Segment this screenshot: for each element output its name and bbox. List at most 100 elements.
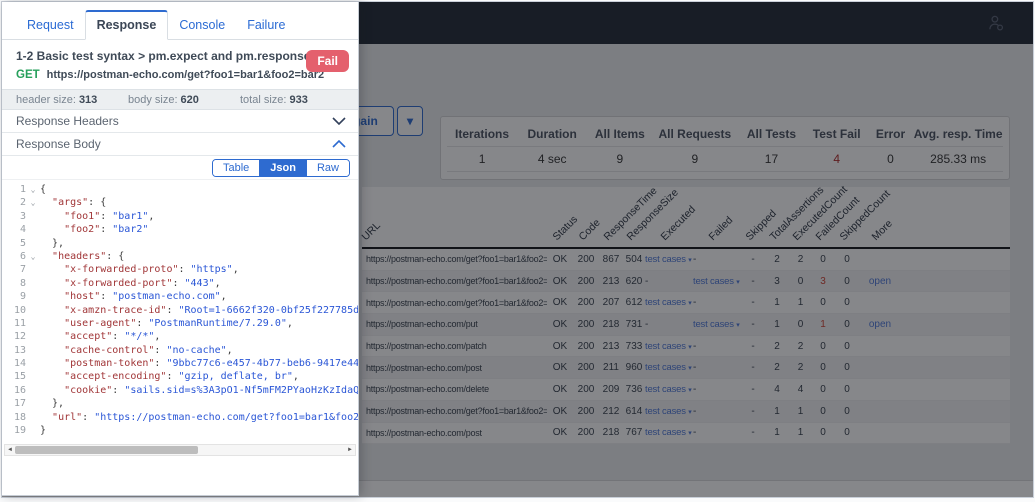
code-text: "headers": { [40,250,358,263]
code-text: "x-forwarded-port": "443", [40,277,358,290]
line-number: 8 [2,277,26,290]
http-method-label: GET [16,69,40,81]
json-code-viewer[interactable]: 1⌄{2⌄ "args": {3 "foo1": "bar1",4 "foo2"… [2,180,358,442]
fold-gutter [26,384,40,397]
view-mode-table-button[interactable]: Table [213,160,259,176]
fold-gutter [26,317,40,330]
code-line: 4 "foo2": "bar2" [2,223,358,236]
line-number: 5 [2,237,26,250]
fold-gutter [26,237,40,250]
size-summary-bar: header size:313body size:620total size:9… [2,89,358,110]
line-number: 15 [2,370,26,383]
code-text: "user-agent": "PostmanRuntime/7.29.0", [40,317,358,330]
code-line: 15 "accept-encoding": "gzip, deflate, br… [2,370,358,383]
fold-arrow-icon: ⌄ [26,196,40,209]
code-line: 13 "cache-control": "no-cache", [2,344,358,357]
code-text: }, [40,397,358,410]
code-line: 11 "user-agent": "PostmanRuntime/7.29.0"… [2,317,358,330]
code-text: { [40,183,358,196]
line-number: 9 [2,290,26,303]
view-mode-button-group: TableJsonRaw [212,159,350,177]
response-headers-label: Response Headers [16,114,119,128]
size-label: header size: [16,94,76,106]
code-line: 19} [2,424,358,437]
scroll-left-arrow-icon[interactable]: ◄ [5,445,15,455]
code-line: 7 "x-forwarded-proto": "https", [2,263,358,276]
fold-gutter [26,210,40,223]
line-number: 12 [2,330,26,343]
fold-gutter [26,290,40,303]
line-number: 14 [2,357,26,370]
view-mode-json-button[interactable]: Json [259,160,306,176]
fold-gutter [26,344,40,357]
screenshot-root: Run Again ▾ IterationsDurationAll ItemsA… [0,0,1035,502]
fold-arrow-icon: ⌄ [26,250,40,263]
fold-arrow-icon: ⌄ [26,183,40,196]
code-line: 18 "url": "https://postman-echo.com/get?… [2,411,358,424]
fail-status-badge: Fail [306,50,349,72]
line-number: 4 [2,223,26,236]
code-line: 9 "host": "postman-echo.com", [2,290,358,303]
app-window: Run Again ▾ IterationsDurationAll ItemsA… [1,1,1034,498]
code-line: 2⌄ "args": { [2,196,358,209]
modal-tab-bar: RequestResponseConsoleFailure [2,2,358,40]
size-label: body size: [128,94,178,106]
code-text: "host": "postman-echo.com", [40,290,358,303]
response-body-label: Response Body [16,137,101,151]
fold-gutter [26,277,40,290]
code-text: "cookie": "sails.sid=s%3A3pO1-Nf5mFM2PYa… [40,384,358,397]
code-text: "url": "https://postman-echo.com/get?foo… [40,411,358,424]
line-number: 6 [2,250,26,263]
fold-gutter [26,223,40,236]
size-item-1: body size:620 [128,94,240,106]
fold-gutter [26,357,40,370]
fold-gutter [26,411,40,424]
size-value: 313 [79,94,97,106]
tab-console[interactable]: Console [168,12,236,39]
scroll-right-arrow-icon[interactable]: ► [345,445,355,455]
horizontal-scrollbar[interactable]: ◄ ► [4,444,356,456]
tab-failure[interactable]: Failure [236,12,296,39]
test-breadcrumb: 1-2 Basic test syntax > pm.expect and pm… [16,49,344,63]
code-line: 16 "cookie": "sails.sid=s%3A3pO1-Nf5mFM2… [2,384,358,397]
code-text: } [40,424,358,437]
tab-request[interactable]: Request [16,12,85,39]
view-mode-raw-button[interactable]: Raw [306,160,349,176]
line-number: 1 [2,183,26,196]
line-number: 3 [2,210,26,223]
code-text: "foo1": "bar1", [40,210,358,223]
size-label: total size: [240,94,286,106]
request-url-line: GEThttps://postman-echo.com/get?foo1=bar… [16,69,344,81]
code-line: 8 "x-forwarded-port": "443", [2,277,358,290]
line-number: 17 [2,397,26,410]
fold-gutter [26,263,40,276]
scrollbar-thumb[interactable] [15,446,198,454]
line-number: 18 [2,411,26,424]
fold-gutter [26,370,40,383]
response-body-section[interactable]: Response Body [2,133,358,156]
chevron-up-icon [332,137,346,151]
line-number: 11 [2,317,26,330]
code-line: 12 "accept": "*/*", [2,330,358,343]
line-number: 10 [2,304,26,317]
code-text: "x-forwarded-proto": "https", [40,263,358,276]
code-text: "postman-token": "9bbc77c6-e457-4b77-beb… [40,357,358,370]
request-info: 1-2 Basic test syntax > pm.expect and pm… [2,40,358,89]
code-text: }, [40,237,358,250]
code-text: "accept-encoding": "gzip, deflate, br", [40,370,358,383]
line-number: 13 [2,344,26,357]
code-text: "accept": "*/*", [40,330,358,343]
code-line: 10 "x-amzn-trace-id": "Root=1-6662f320-0… [2,304,358,317]
chevron-down-icon [332,114,346,128]
code-text: "x-amzn-trace-id": "Root=1-6662f320-0bf2… [40,304,358,317]
code-line: 6⌄ "headers": { [2,250,358,263]
fold-gutter [26,424,40,437]
tab-response[interactable]: Response [85,10,169,40]
response-modal: RequestResponseConsoleFailure 1-2 Basic … [2,2,359,496]
code-line: 3 "foo1": "bar1", [2,210,358,223]
line-number: 16 [2,384,26,397]
code-line: 1⌄{ [2,183,358,196]
response-headers-section[interactable]: Response Headers [2,110,358,133]
line-number: 7 [2,263,26,276]
line-number: 19 [2,424,26,437]
